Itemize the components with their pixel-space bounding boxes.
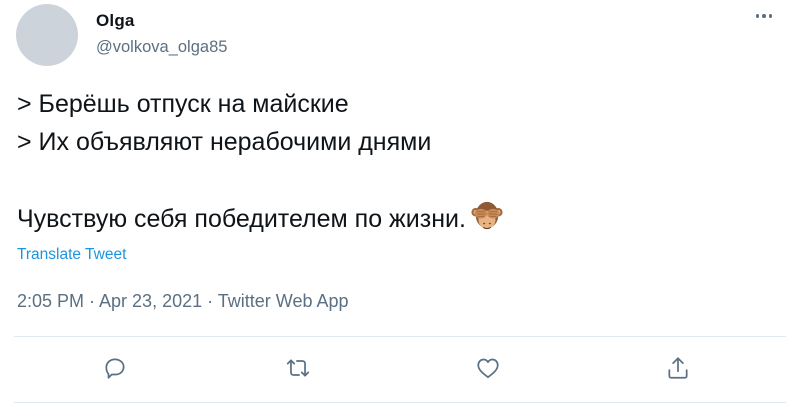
retweet-button[interactable] [284,354,312,382]
tweet-text-line-3-text: Чувствую себя победителем по жизни. [17,205,466,233]
heart-icon [477,358,499,379]
share-button[interactable] [664,354,692,382]
tweet-text-line-2: > Их объявляют нерабочими днями [17,128,432,156]
like-button[interactable] [474,354,502,382]
divider [14,336,786,337]
reply-icon [105,358,125,379]
tweet-timestamp-source[interactable]: 2:05 PM · Apr 23, 2021 · Twitter Web App [17,291,349,312]
see-no-evil-monkey-icon [471,201,503,230]
more-icon [755,14,760,18]
more-options-button[interactable] [746,4,782,28]
translate-tweet-link[interactable]: Translate Tweet [17,246,126,264]
user-handle[interactable]: @volkova_olga85 [96,38,227,57]
avatar[interactable] [16,4,78,66]
share-icon [668,357,688,379]
divider-bottom [14,402,786,403]
retweet-icon [286,359,310,377]
tweet-text-line-3: Чувствую себя победителем по жизни. [17,199,504,234]
tweet-card: Olga @volkova_olga85 > Берёшь отпуск на … [0,0,800,410]
tweet-text-line-1: > Берёшь отпуск на майские [17,90,349,118]
display-name[interactable]: Olga [96,11,135,31]
reply-button[interactable] [101,354,129,382]
